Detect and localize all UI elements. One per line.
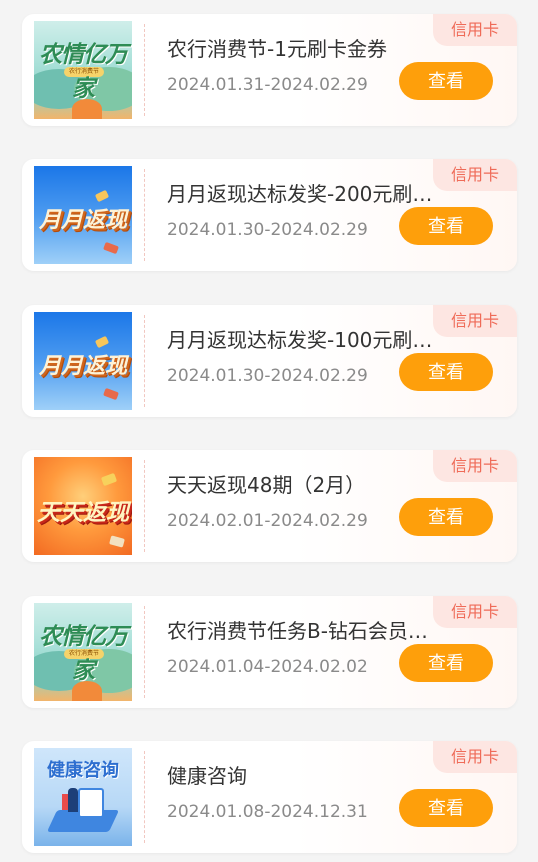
dashed-divider	[144, 169, 145, 261]
view-button[interactable]: 查看	[399, 789, 493, 827]
thumbnail-text: 健康咨询	[47, 760, 119, 781]
activity-thumbnail: 天天返现	[34, 457, 132, 555]
activity-card[interactable]: 农行消费节 农情亿万家 信用卡 农行消费节任务B-钻石会员… 2024.01.0…	[22, 596, 517, 708]
view-button[interactable]: 查看	[399, 62, 493, 100]
activity-thumbnail: 健康咨询	[34, 748, 132, 846]
activity-thumbnail: 月月返现	[34, 312, 132, 410]
activity-date-range: 2024.01.30-2024.02.29	[167, 220, 368, 240]
view-button[interactable]: 查看	[399, 644, 493, 682]
activity-title: 健康咨询	[167, 764, 247, 788]
thumbnail-text: 农情亿万家	[39, 42, 128, 102]
activity-date-range: 2024.01.31-2024.02.29	[167, 75, 368, 95]
view-button[interactable]: 查看	[399, 498, 493, 536]
dashed-divider	[144, 315, 145, 407]
activity-card[interactable]: 天天返现 信用卡 天天返现48期（2月） 2024.02.01-2024.02.…	[22, 450, 517, 562]
view-button[interactable]: 查看	[399, 207, 493, 245]
activity-title: 月月返现达标发奖-200元刷…	[167, 182, 433, 206]
view-button[interactable]: 查看	[399, 353, 493, 391]
activity-date-range: 2024.02.01-2024.02.29	[167, 511, 368, 531]
activity-date-range: 2024.01.08-2024.12.31	[167, 802, 368, 822]
activity-card[interactable]: 健康咨询 信用卡 健康咨询 2024.01.08-2024.12.31 查看	[22, 741, 517, 853]
activity-title: 农行消费节任务B-钻石会员…	[167, 619, 428, 643]
activity-list: 农行消费节 农情亿万家 信用卡 农行消费节-1元刷卡金券 2024.01.31-…	[0, 0, 538, 862]
activity-thumbnail: 农行消费节 农情亿万家	[34, 21, 132, 119]
dashed-divider	[144, 24, 145, 116]
thumbnail-text: 农情亿万家	[39, 624, 128, 684]
activity-title: 天天返现48期（2月）	[167, 473, 366, 497]
activity-thumbnail: 农行消费节 农情亿万家	[34, 603, 132, 701]
dashed-divider	[144, 751, 145, 843]
thumbnail-text: 月月返现	[38, 354, 127, 379]
activity-date-range: 2024.01.30-2024.02.29	[167, 366, 368, 386]
activity-thumbnail: 月月返现	[34, 166, 132, 264]
activity-title: 月月返现达标发奖-100元刷…	[167, 328, 433, 352]
dashed-divider	[144, 606, 145, 698]
activity-card[interactable]: 农行消费节 农情亿万家 信用卡 农行消费节-1元刷卡金券 2024.01.31-…	[22, 14, 517, 126]
activity-card[interactable]: 月月返现 信用卡 月月返现达标发奖-200元刷… 2024.01.30-2024…	[22, 159, 517, 271]
activity-date-range: 2024.01.04-2024.02.02	[167, 657, 368, 677]
thumbnail-text: 天天返现	[37, 500, 129, 526]
activity-title: 农行消费节-1元刷卡金券	[167, 37, 387, 61]
activity-card[interactable]: 月月返现 信用卡 月月返现达标发奖-100元刷… 2024.01.30-2024…	[22, 305, 517, 417]
dashed-divider	[144, 460, 145, 552]
thumbnail-text: 月月返现	[38, 208, 127, 233]
